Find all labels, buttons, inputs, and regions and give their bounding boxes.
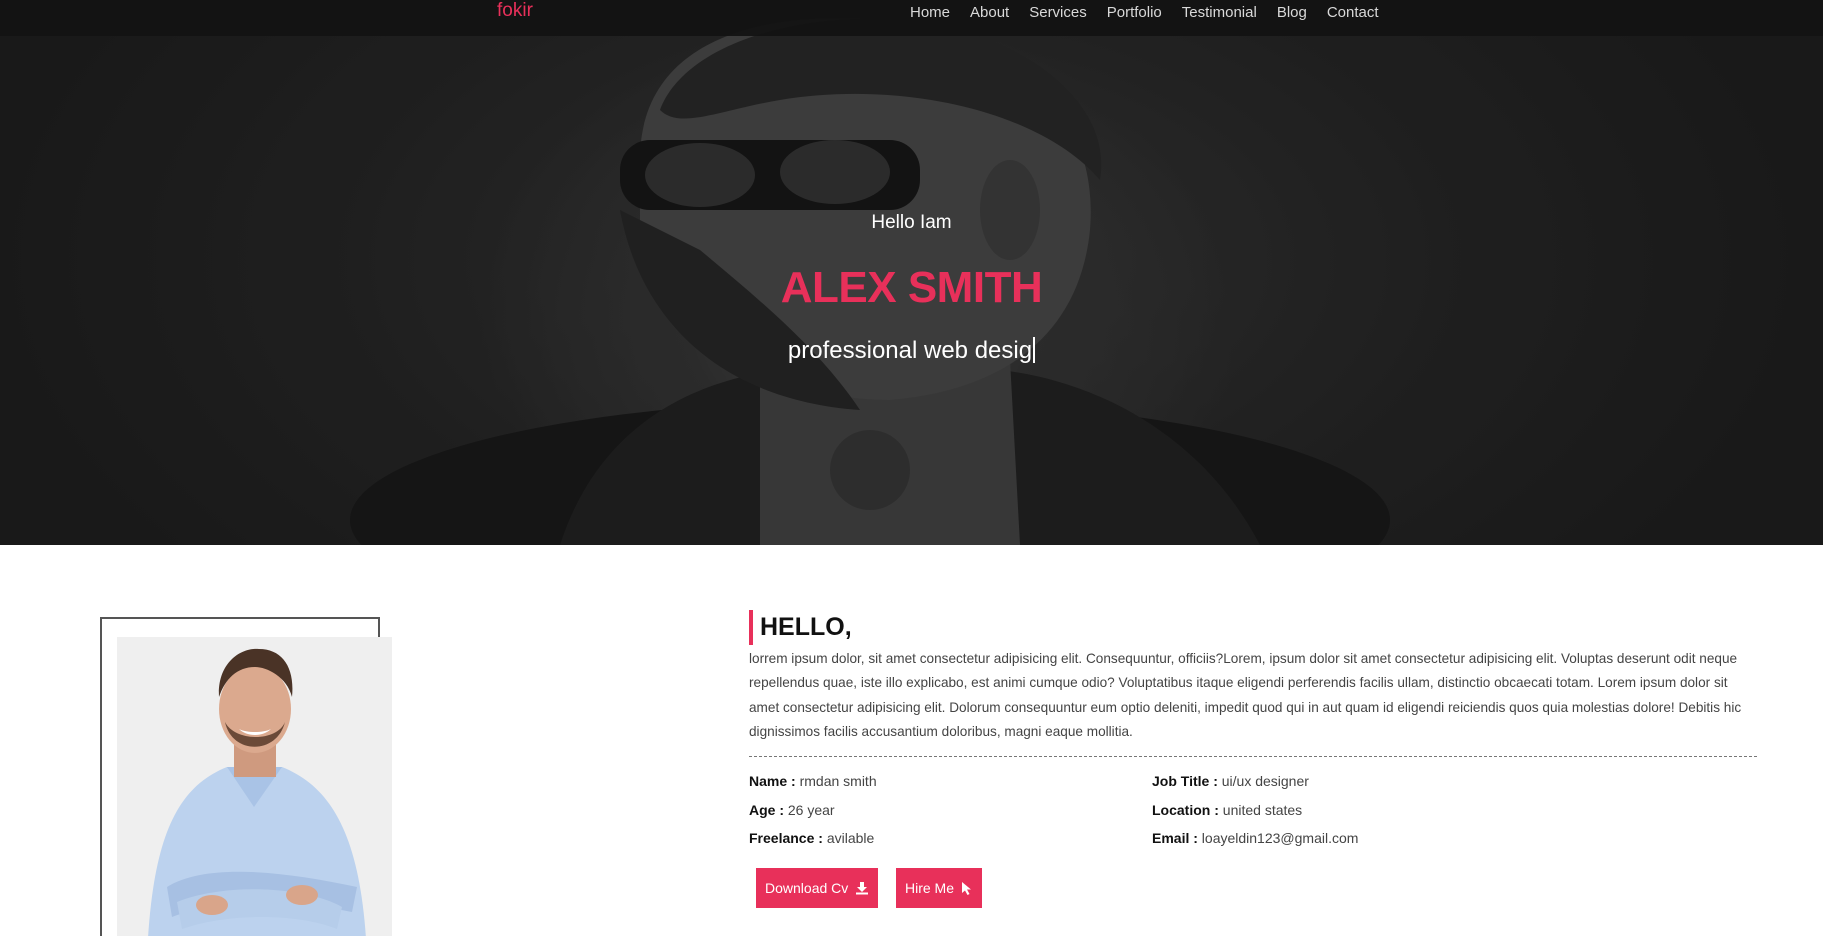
dashed-divider <box>749 756 1757 757</box>
typing-cursor <box>1033 337 1036 363</box>
download-cv-button[interactable]: Download Cv <box>756 868 879 908</box>
nav-links: Home About Services Portfolio Testimonia… <box>910 4 1399 22</box>
info-job-label: Job Title : <box>1152 773 1218 789</box>
info-location-value: united states <box>1222 802 1303 818</box>
download-icon <box>855 881 869 895</box>
cursor-pointer-icon <box>961 881 973 896</box>
hero-role: professional web desig <box>0 336 1823 366</box>
hero-name: ALEX SMITH <box>780 263 1043 312</box>
nav-link-home[interactable]: Home <box>910 4 950 22</box>
site-logo[interactable]: fokir <box>497 0 533 22</box>
profile-photo <box>117 637 392 936</box>
profile-photo-art <box>117 637 392 936</box>
nav-link-about[interactable]: About <box>970 4 1009 22</box>
navbar: fokir Home About Services Portfolio Test… <box>0 0 1823 36</box>
info-location-label: Location : <box>1152 802 1219 818</box>
hero-greeting: Hello Iam <box>871 212 952 233</box>
hero-role-text: professional web desig <box>787 337 1033 364</box>
hire-me-label: Hire Me <box>905 880 955 896</box>
info-age-label: Age : <box>749 802 784 818</box>
hero-section: Hello Iam ALEX SMITH professional web de… <box>0 0 1823 545</box>
download-cv-label: Download Cv <box>765 880 849 896</box>
info-email: Email : loayeldin123@gmail.com <box>1152 828 1358 848</box>
info-location: Location : united states <box>1152 800 1302 820</box>
hire-me-button[interactable]: Hire Me <box>896 868 983 908</box>
info-freelance-value: avilable <box>826 830 875 846</box>
about-title: HELLO, <box>760 613 852 641</box>
info-email-value: loayeldin123@gmail.com <box>1201 830 1359 846</box>
info-freelance-label: Freelance : <box>749 830 823 846</box>
nav-link-contact[interactable]: Contact <box>1327 4 1379 22</box>
info-name: Name : rmdan smith <box>749 771 877 791</box>
info-freelance: Freelance : avilable <box>749 828 874 848</box>
info-job: Job Title : ui/ux designer <box>1152 771 1309 791</box>
info-job-value: ui/ux designer <box>1221 773 1309 789</box>
about-paragraph: lorrem ipsum dolor, sit amet consectetur… <box>749 651 1742 739</box>
info-age-value: 26 year <box>787 802 835 818</box>
info-name-label: Name : <box>749 773 796 789</box>
info-name-value: rmdan smith <box>799 773 877 789</box>
nav-link-portfolio[interactable]: Portfolio <box>1107 4 1162 22</box>
nav-link-testimonial[interactable]: Testimonial <box>1182 4 1257 22</box>
info-age: Age : 26 year <box>749 800 835 820</box>
info-email-label: Email : <box>1152 830 1198 846</box>
nav-link-blog[interactable]: Blog <box>1277 4 1307 22</box>
nav-link-services[interactable]: Services <box>1029 4 1087 22</box>
about-title-accent: HELLO, <box>749 610 852 645</box>
